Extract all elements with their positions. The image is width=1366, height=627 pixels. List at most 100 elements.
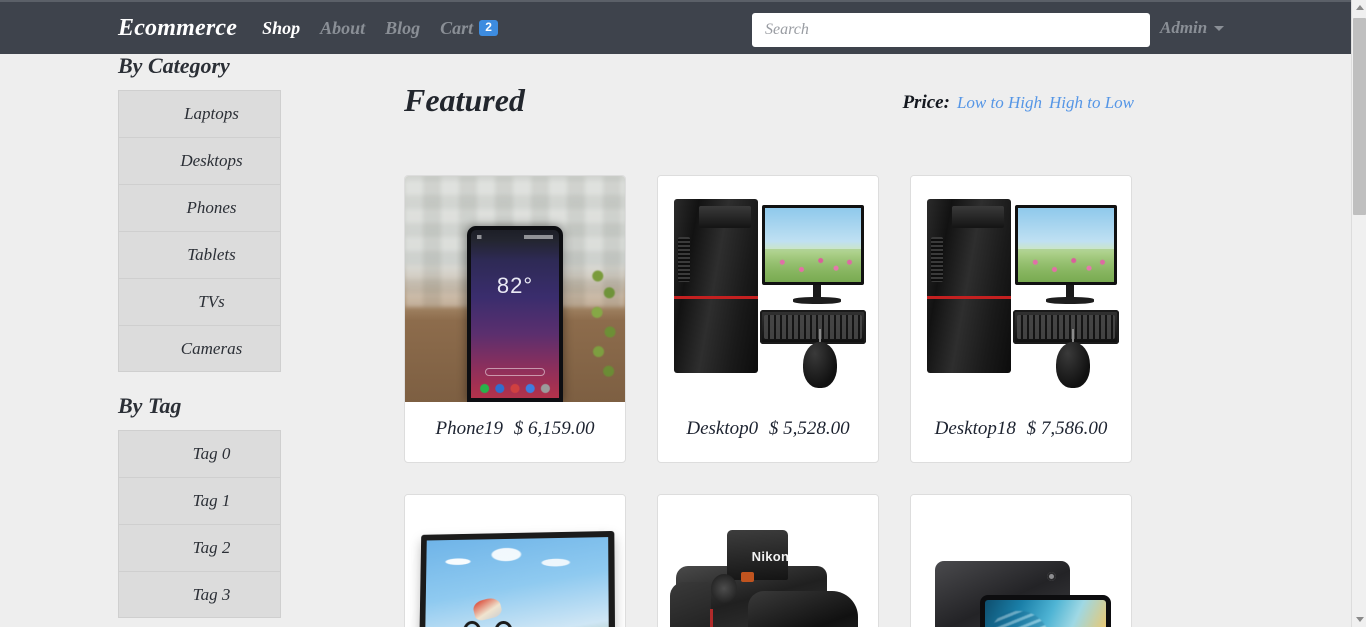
mouse-art (802, 328, 838, 388)
product-price: $ 6,159.00 (513, 418, 595, 439)
product-grid: 82° Phone19 $ 6,159.00 Desktop0 $ 5,528.… (404, 175, 1134, 627)
product-name: Phone19 (435, 418, 504, 439)
phone-statusbar-art (477, 234, 553, 239)
sidebar-item-tag-0[interactable]: Tag 0 (118, 430, 281, 478)
chevron-up-icon (1355, 5, 1364, 10)
keyboard-art (759, 310, 866, 344)
tablet-front-art (980, 595, 1111, 627)
keyboard-art (1012, 310, 1119, 344)
product-name: Desktop0 (686, 418, 759, 439)
page-viewport: Ecommerce Shop About Blog Cart 2 Admin B… (0, 0, 1351, 627)
top-navbar: Ecommerce Shop About Blog Cart 2 Admin (0, 2, 1351, 54)
product-card[interactable]: Desktop18 $ 7,586.00 (910, 175, 1132, 463)
sidebar-item-tag-2[interactable]: Tag 2 (118, 524, 281, 572)
phone-dock-art (477, 382, 553, 394)
product-image-tablet (911, 494, 1131, 627)
biker-body-art (471, 595, 503, 622)
bike-wheel-art (494, 620, 514, 627)
phone-search-pill-art (485, 367, 545, 376)
nav-link-blog[interactable]: Blog (385, 18, 420, 39)
primary-nav: Shop About Blog Cart 2 (262, 18, 498, 39)
product-image-desktop18 (911, 176, 1131, 402)
tag-heading: By Tag (118, 393, 182, 419)
product-info: Desktop0 $ 5,528.00 (658, 402, 878, 462)
phone-photo-art: 82° (405, 176, 625, 402)
pc-tower-art (674, 198, 758, 373)
chevron-down-icon (1355, 617, 1364, 622)
pc-vent-art (931, 237, 944, 283)
phone-temperature-art: 82° (496, 273, 534, 299)
nav-link-cart[interactable]: Cart 2 (440, 18, 498, 39)
category-heading: By Category (118, 53, 230, 78)
product-card[interactable] (404, 493, 626, 627)
sidebar-item-cameras[interactable]: Cameras (118, 325, 281, 373)
nav-link-shop[interactable]: Shop (262, 18, 300, 39)
category-list: Laptops Desktops Phones Tablets TVs Came… (118, 90, 281, 373)
camera-shutter-art (741, 571, 754, 583)
mouse-art (1055, 328, 1091, 388)
monitor-base-art (1045, 297, 1095, 304)
plant-art (587, 261, 623, 402)
price-sort-controls: Price: Low to High High to Low (902, 92, 1134, 114)
tag-list: Tag 0 Tag 1 Tag 2 Tag 3 (118, 430, 281, 619)
sidebar-item-tablets[interactable]: Tablets (118, 231, 281, 279)
product-info: Phone19 $ 6,159.00 (405, 402, 625, 462)
product-listing: Featured Price: Low to High High to Low (404, 54, 1134, 627)
product-image-tv (405, 494, 625, 627)
product-card[interactable]: 82° Phone19 $ 6,159.00 (404, 175, 626, 463)
product-info: Desktop18 $ 7,586.00 (911, 402, 1131, 462)
nav-link-about[interactable]: About (320, 18, 365, 39)
pc-vent-art (678, 237, 691, 283)
desktop-pc-art (666, 184, 870, 394)
scrollbar-thumb[interactable] (1353, 18, 1366, 215)
camera-grip-art (670, 582, 713, 627)
smartphone-art: 82° (467, 225, 563, 402)
sidebar-item-phones[interactable]: Phones (118, 184, 281, 232)
scroll-up-button[interactable] (1352, 0, 1366, 15)
scroll-down-button[interactable] (1352, 612, 1366, 627)
camera-brand-art: Nikon (751, 548, 790, 564)
product-image-camera: Nikon (658, 494, 878, 627)
account-label: Admin (1160, 18, 1208, 37)
camera-art: Nikon (666, 502, 870, 627)
product-price: $ 7,586.00 (1026, 418, 1108, 439)
filters-sidebar: By Category Laptops Desktops Phones Tabl… (118, 53, 281, 627)
sidebar-item-tag-1[interactable]: Tag 1 (118, 477, 281, 525)
product-image-phone19: 82° (405, 176, 625, 402)
cart-count-badge: 2 (479, 19, 498, 37)
tv-panel-art (418, 530, 616, 627)
wallpaper-art (764, 248, 861, 282)
price-sort-label: Price: (902, 92, 950, 113)
monitor-base-art (792, 297, 842, 304)
sidebar-item-laptops[interactable]: Laptops (118, 90, 281, 138)
chevron-down-icon (1214, 25, 1225, 31)
monitor-art (761, 205, 864, 285)
product-card[interactable]: Nikon (657, 493, 879, 627)
site-brand[interactable]: Ecommerce (118, 15, 237, 42)
sky-clouds-art (425, 543, 609, 600)
sort-low-to-high[interactable]: Low to High (957, 93, 1042, 113)
bike-wheel-art (462, 620, 482, 627)
sidebar-item-desktops[interactable]: Desktops (118, 137, 281, 185)
sidebar-item-tag-3[interactable]: Tag 3 (118, 571, 281, 619)
product-card[interactable] (910, 493, 1132, 627)
nav-cart-label: Cart (440, 17, 474, 38)
tablet-screen-art (985, 600, 1106, 627)
sort-high-to-low[interactable]: High to Low (1049, 93, 1134, 113)
account-dropdown[interactable]: Admin (1160, 18, 1225, 38)
search-input[interactable] (752, 13, 1150, 47)
wallpaper-art (1017, 248, 1114, 282)
tablet-art (919, 502, 1123, 627)
television-art (413, 502, 617, 627)
product-image-desktop0 (658, 176, 878, 402)
pc-tower-art (927, 198, 1011, 373)
biker-art (462, 595, 514, 627)
camera-lens-art (747, 590, 858, 627)
sidebar-item-tvs[interactable]: TVs (118, 278, 281, 326)
product-name: Desktop18 (934, 418, 1016, 439)
product-card[interactable]: Desktop0 $ 5,528.00 (657, 175, 879, 463)
product-price: $ 5,528.00 (768, 418, 850, 439)
page-scrollbar[interactable] (1351, 0, 1366, 627)
monitor-art (1014, 205, 1117, 285)
desktop-pc-art (919, 184, 1123, 394)
